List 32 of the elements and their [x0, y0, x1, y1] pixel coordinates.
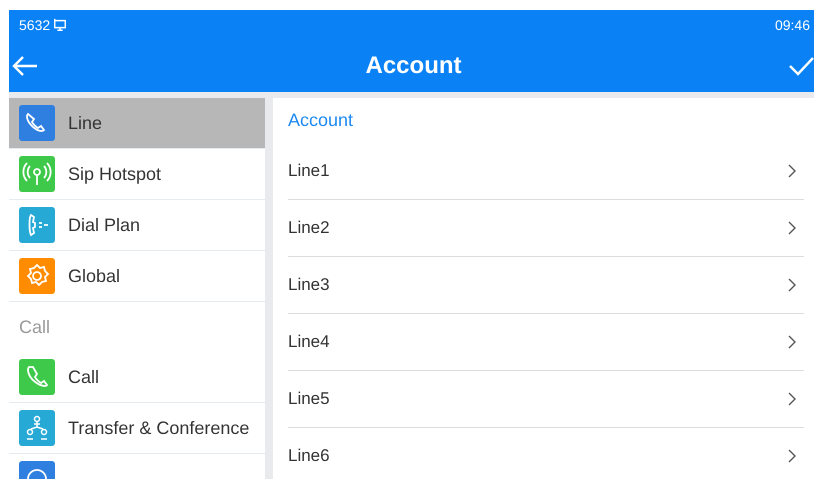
row-label: Line1	[288, 161, 330, 181]
chevron-icon	[788, 221, 796, 235]
row-label: Line4	[288, 332, 330, 352]
list-row[interactable]: Line2	[288, 200, 804, 257]
section-header: Call	[18, 316, 52, 338]
sidebar-item[interactable]: Global	[9, 251, 265, 302]
list-row[interactable]: Line5	[288, 371, 804, 428]
clock-time: 09:46	[774, 17, 810, 33]
extension-number: 5632	[19, 17, 50, 33]
row-label: Line5	[288, 389, 330, 409]
section-header: Account	[288, 109, 354, 132]
chevron-icon	[788, 164, 796, 178]
sidebar-item[interactable]: Transfer & Conference	[9, 403, 265, 454]
row-label: Line2	[288, 218, 330, 238]
list-row[interactable]: Line4	[288, 314, 804, 371]
window-title: Account	[366, 52, 462, 80]
chevron-icon	[788, 392, 796, 406]
row-label: Line3	[288, 275, 330, 295]
chevron-icon	[788, 278, 796, 292]
back-icon[interactable]	[11, 54, 39, 78]
sidebar-item[interactable]: Call	[9, 352, 265, 403]
sidebar-item[interactable]: Line	[9, 98, 265, 149]
list-row[interactable]: Line1	[288, 143, 804, 200]
check-icon[interactable]	[788, 56, 814, 76]
row-label: Line6	[288, 446, 330, 466]
list-row[interactable]: Line3	[288, 257, 804, 314]
chevron-icon	[788, 449, 796, 463]
list-row[interactable]: Line6	[288, 428, 804, 479]
sidebar-item[interactable]: Dial Plan	[9, 200, 265, 251]
sidebar-item[interactable]: Sip Hotspot	[9, 149, 265, 200]
chevron-icon	[788, 335, 796, 349]
monitor-icon	[53, 18, 68, 32]
